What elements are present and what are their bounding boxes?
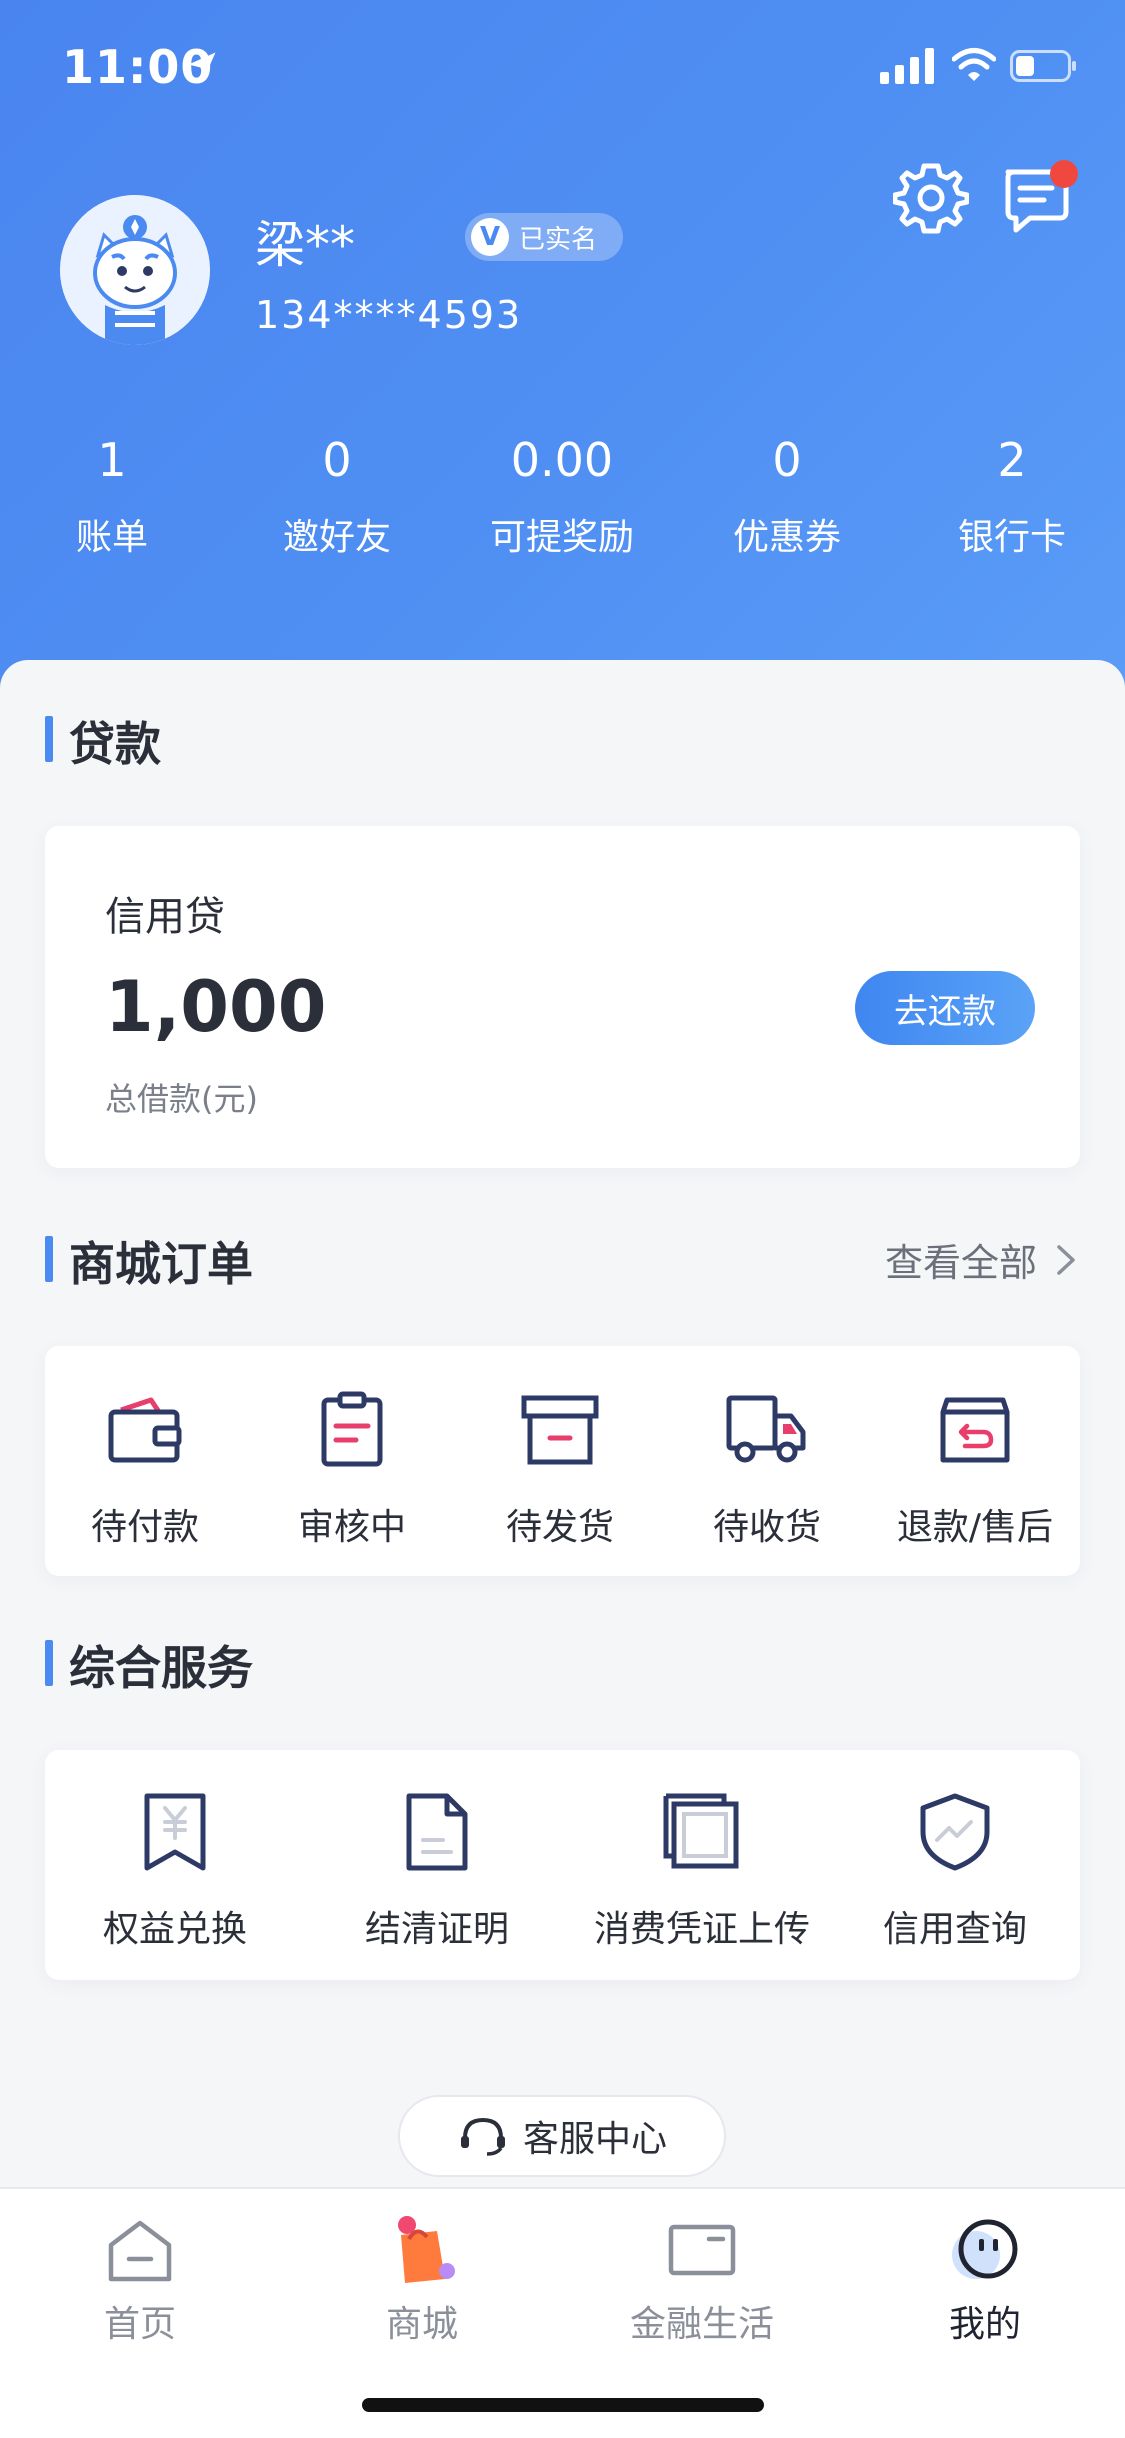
view-all-label: 查看全部: [885, 1241, 1038, 1285]
service-item-label: 结清证明: [364, 1909, 509, 1950]
profile-face-icon: [952, 2219, 1018, 2279]
home-indicator: [362, 2398, 764, 2412]
stat-value: 2: [997, 433, 1027, 487]
order-to-receive[interactable]: 待收货: [677, 1388, 857, 1550]
gear-icon[interactable]: [893, 160, 969, 236]
loan-section-title: 贷款: [45, 708, 161, 774]
stat-coupons[interactable]: 0 优惠券: [687, 430, 887, 560]
wallet-icon: [108, 1397, 182, 1463]
stat-bank-cards[interactable]: 2 银行卡: [912, 430, 1112, 560]
service-item-label: 权益兑换: [102, 1909, 247, 1950]
chevron-right-icon: [1057, 1244, 1075, 1275]
service-credit-inquiry[interactable]: 信用查询: [845, 1790, 1065, 1952]
status-bar: 11:00: [0, 0, 1125, 140]
truck-icon: [726, 1395, 806, 1463]
customer-service-button[interactable]: 客服中心: [398, 2095, 726, 2177]
order-pending-payment[interactable]: 待付款: [55, 1388, 235, 1550]
view-all-orders-link[interactable]: 查看全部: [885, 1232, 1077, 1287]
tab-mine[interactable]: 我的: [885, 2215, 1085, 2347]
box-icon: [521, 1395, 599, 1465]
service-rights-exchange[interactable]: 权益兑换: [65, 1790, 285, 1952]
stat-label: 可提奖励: [489, 517, 634, 558]
shopping-bag-icon: [398, 2216, 455, 2283]
orders-card: 待付款 审核中 待发货 待收货 退款/售后: [45, 1346, 1080, 1576]
battery-icon: [1010, 50, 1076, 82]
order-item-label: 退款/售后: [896, 1507, 1054, 1548]
order-item-label: 待付款: [90, 1507, 199, 1548]
stat-value: 0.00: [510, 433, 614, 487]
services-section-title: 综合服务: [45, 1632, 253, 1698]
service-settlement-certificate[interactable]: 结清证明: [327, 1790, 547, 1952]
shield-chart-icon: [920, 1793, 990, 1871]
wifi-icon: [952, 48, 996, 81]
repay-button[interactable]: 去还款: [855, 971, 1035, 1045]
loan-product-name: 信用贷: [105, 894, 225, 940]
customer-service-label: 客服中心: [522, 2119, 667, 2160]
verified-badge[interactable]: V 已实名: [465, 213, 624, 261]
order-to-ship[interactable]: 待发货: [470, 1388, 650, 1550]
notification-dot: [1050, 160, 1078, 188]
location-arrow-icon: [188, 52, 216, 80]
tab-label: 金融生活: [629, 2304, 774, 2345]
document-icon: [406, 1793, 468, 1871]
tiger-avatar-icon: [60, 195, 210, 345]
home-icon: [108, 2220, 172, 2282]
cellular-signal-icon: [880, 48, 934, 84]
service-item-label: 消费凭证上传: [593, 1909, 810, 1950]
verified-v-icon: V: [471, 218, 509, 256]
order-item-label: 待发货: [505, 1507, 614, 1548]
tab-finance-life[interactable]: 金融生活: [602, 2215, 802, 2347]
stat-label: 银行卡: [957, 517, 1066, 558]
tab-home[interactable]: 首页: [40, 2215, 240, 2347]
stacked-pages-icon: [663, 1793, 739, 1869]
service-consumption-voucher-upload[interactable]: 消费凭证上传: [572, 1790, 832, 1952]
order-under-review[interactable]: 审核中: [262, 1388, 442, 1550]
order-item-label: 审核中: [297, 1507, 406, 1548]
tab-label: 我的: [948, 2304, 1021, 2345]
verified-label: 已实名: [519, 224, 598, 255]
stat-bills[interactable]: 1 账单: [12, 430, 212, 560]
stat-label: 优惠券: [732, 517, 841, 558]
stat-value: 0: [322, 433, 352, 487]
stat-label: 账单: [75, 517, 148, 558]
order-refund-aftersale[interactable]: 退款/售后: [875, 1388, 1075, 1550]
tab-label: 首页: [103, 2304, 176, 2345]
services-card: 权益兑换 结清证明 消费凭证上传 信用查询: [45, 1750, 1080, 1980]
stat-invite-friends[interactable]: 0 邀好友: [237, 430, 437, 560]
clipboard-icon: [321, 1391, 383, 1467]
headset-icon: [460, 2117, 505, 2156]
service-item-label: 信用查询: [882, 1909, 1027, 1950]
user-name: 梁**: [255, 216, 355, 274]
loan-card[interactable]: 信用贷 1,000 总借款(元) 去还款: [45, 826, 1080, 1168]
stat-value: 0: [772, 433, 802, 487]
tab-mall[interactable]: 商城: [322, 2215, 522, 2347]
phone-number: 134****4593: [255, 293, 523, 337]
return-box-icon: [940, 1397, 1010, 1463]
avatar[interactable]: [60, 195, 210, 345]
tab-label: 商城: [385, 2304, 458, 2345]
yuan-bookmark-icon: [144, 1793, 206, 1871]
orders-section-title: 商城订单: [45, 1228, 253, 1294]
loan-amount: 1,000: [105, 966, 327, 1048]
stats-row: 1 账单 0 邀好友 0.00 可提奖励 0 优惠券 2 银行卡: [0, 430, 1125, 570]
order-item-label: 待收货: [712, 1507, 821, 1548]
loan-amount-label: 总借款(元): [105, 1080, 258, 1118]
stat-label: 邀好友: [282, 517, 391, 558]
stat-withdrawable-rewards[interactable]: 0.00 可提奖励: [462, 430, 662, 560]
card-icon: [668, 2224, 736, 2276]
stat-value: 1: [97, 433, 127, 487]
